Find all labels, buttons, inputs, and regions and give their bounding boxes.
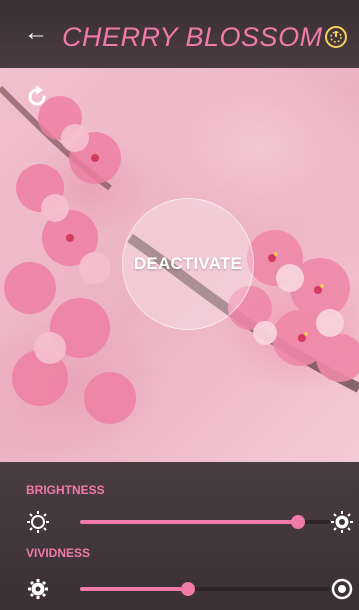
deactivate-label: DEACTIVATE [133, 254, 243, 273]
vividness-label: VIVIDNESS [26, 546, 91, 560]
brightness-slider-row [0, 507, 359, 537]
circle-target-icon [330, 577, 354, 601]
page-title: CHERRY BLOSSOM [62, 22, 323, 52]
controls-panel: BRIGHTNESS VIVIDNESS [0, 462, 359, 610]
refresh-icon[interactable] [24, 84, 50, 110]
brightness-fill [80, 520, 298, 524]
vividness-thumb[interactable] [180, 582, 195, 596]
top-bar: ← CHERRY BLOSSOM [0, 0, 359, 68]
arrow-left-icon[interactable]: ← [24, 21, 48, 45]
brightness-label: BRIGHTNESS [26, 483, 105, 497]
sun-outline-icon [26, 510, 50, 534]
app-screen: ← CHERRY BLOSSOM DEACTIVATE BRIGHTNESS V… [0, 0, 359, 610]
brightness-slider[interactable] [80, 515, 330, 529]
sun-filled-icon [330, 510, 354, 534]
scene-photo: DEACTIVATE [0, 68, 359, 462]
deactivate-button[interactable]: DEACTIVATE [122, 198, 254, 330]
vividness-slider-row [0, 574, 359, 604]
vividness-slider[interactable] [80, 582, 330, 596]
sun-gear-icon [26, 577, 50, 601]
vividness-fill [80, 587, 188, 591]
brightness-thumb[interactable] [290, 515, 305, 529]
power-icon[interactable] [323, 24, 349, 50]
